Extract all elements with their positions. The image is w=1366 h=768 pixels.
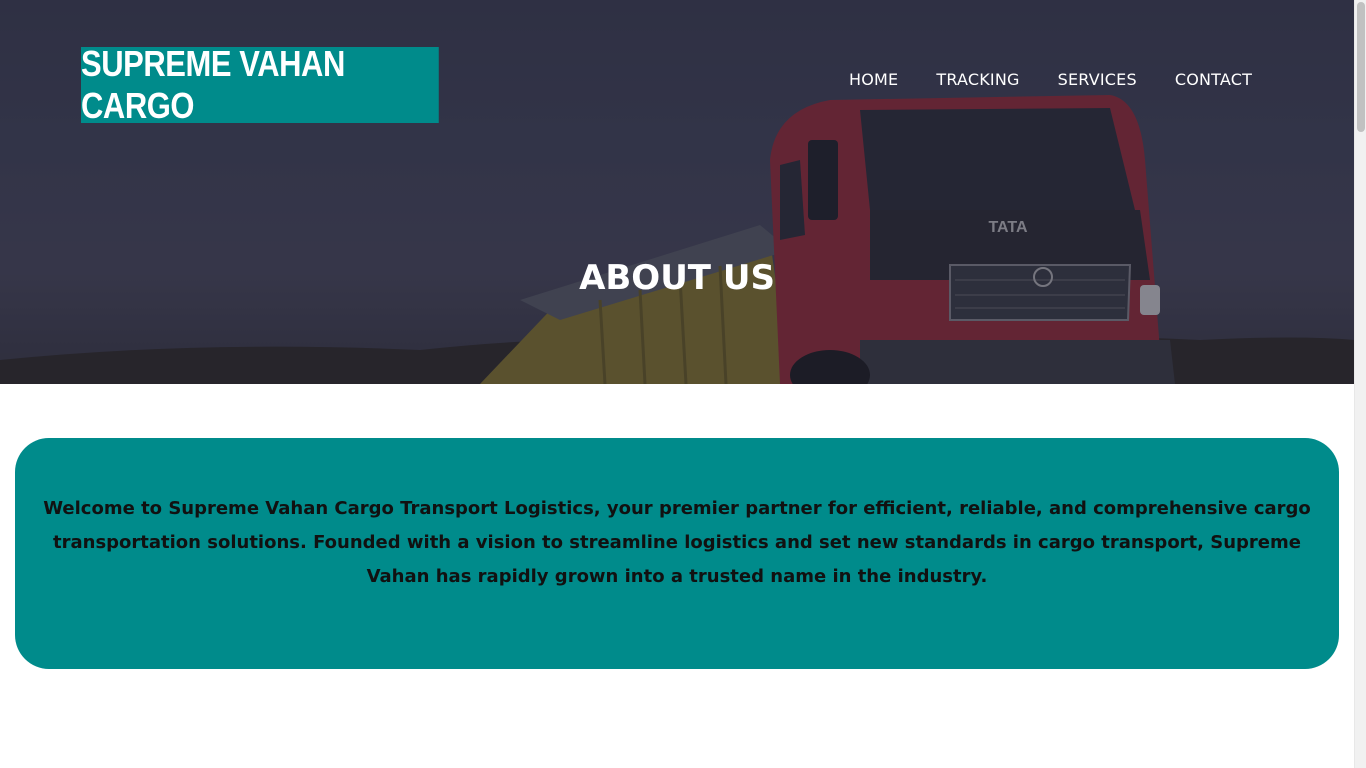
nav-item-home[interactable]: HOME — [849, 70, 898, 89]
brand-logo[interactable]: SUPREME VAHAN CARGO — [81, 43, 439, 126]
page-scrollbar[interactable] — [1354, 0, 1366, 768]
hero-banner: TATA SUPREME VAHAN CARGO HOME TRACKING S… — [0, 0, 1354, 384]
nav-item-contact[interactable]: CONTACT — [1175, 70, 1252, 89]
about-text: Welcome to Supreme Vahan Cargo Transport… — [43, 497, 1311, 587]
nav-item-services[interactable]: SERVICES — [1058, 70, 1137, 89]
scrollbar-thumb[interactable] — [1357, 2, 1365, 132]
main-nav: HOME TRACKING SERVICES CONTACT — [849, 70, 1252, 89]
page-title: ABOUT US — [579, 258, 775, 298]
about-card: Welcome to Supreme Vahan Cargo Transport… — [15, 438, 1339, 669]
nav-item-tracking[interactable]: TRACKING — [936, 70, 1019, 89]
